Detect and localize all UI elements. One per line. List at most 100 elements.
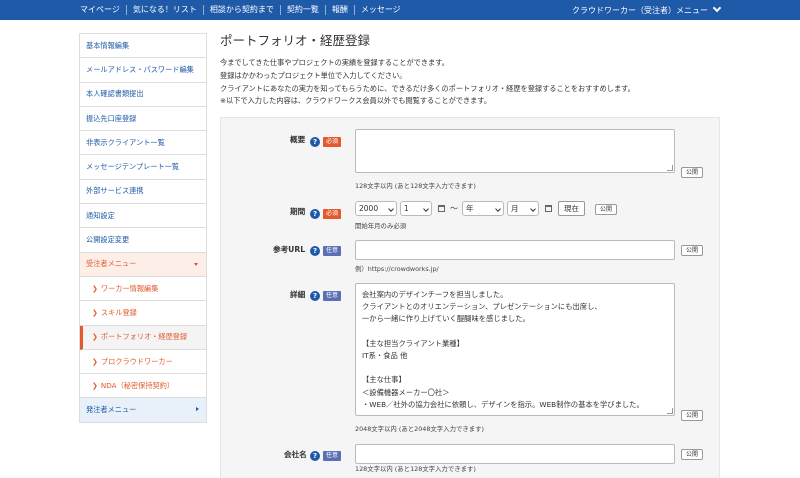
summary-textarea[interactable] <box>355 129 675 173</box>
nav-link-mypage[interactable]: マイページ <box>74 5 126 15</box>
sidebar-item-label: NDA（秘密保持契約） <box>100 380 175 390</box>
sidebar-item[interactable]: 公開設定変更 <box>80 228 206 253</box>
chevron-right-icon: ❯ <box>92 308 98 317</box>
sidebar-item-label: メッセージテンプレート一覧 <box>86 162 180 172</box>
sidebar-item-label: ワーカー情報編集 <box>100 283 159 293</box>
sidebar-item-label: 基本情報編集 <box>86 40 130 50</box>
calendar-icon <box>545 205 552 212</box>
user-menu[interactable]: クラウドワーカー（受注者）メニュー <box>572 0 722 20</box>
sidebar-item[interactable]: ❯ ワーカー情報編集 <box>80 277 206 302</box>
intro-line: 今までしてきた仕事やプロジェクトの実績を登録することができます。 <box>220 58 449 67</box>
chevron-down-icon <box>495 206 501 212</box>
sidebar-item-label: 公開設定変更 <box>86 235 130 245</box>
sidebar-item[interactable]: メッセージテンプレート一覧 <box>80 155 206 180</box>
caret-down-icon <box>194 262 198 266</box>
sidebar-item[interactable]: メールアドレス・パスワード編集 <box>80 58 206 83</box>
intro-line: 登録はかかわったプロジェクト単位で入力してください。 <box>220 70 407 80</box>
sidebar-item-label: スキル登録 <box>100 307 137 317</box>
sidebar-item[interactable]: 発注者メニュー <box>80 398 206 423</box>
resize-grip-icon[interactable] <box>667 165 673 171</box>
sidebar-item-label: 受注者メニュー <box>86 259 137 269</box>
detail-textarea[interactable]: 会社案内のデザインチーフを担当しました。 クライアントとのオリエンテーション、プ… <box>355 283 675 416</box>
required-badge: 必須 <box>323 209 342 219</box>
help-icon[interactable]: ? <box>310 291 320 301</box>
now-button[interactable]: 現在 <box>558 201 585 216</box>
detail-hint: 2048文字以内 (あと2048文字入力できます) <box>355 425 485 433</box>
period-tilde: 〜 <box>450 204 458 213</box>
sidebar-item-label: 外部サービス連携 <box>86 186 144 196</box>
start-year-select[interactable]: 2000 <box>355 201 397 216</box>
sidebar-item[interactable]: ❯ スキル登録 <box>80 301 206 326</box>
top-nav-links: マイページ 気になる！リスト 相談から契約まで 契約一覧 報酬 メッセージ <box>74 0 407 20</box>
nav-link-favorites[interactable]: 気になる！リスト <box>125 5 203 15</box>
period-hint: 開始年月のみ必須 <box>355 222 407 230</box>
end-year-select[interactable]: 年 <box>462 201 504 216</box>
chevron-right-icon: ❯ <box>92 357 98 366</box>
sidebar-item-label: メールアドレス・パスワード編集 <box>86 64 194 74</box>
help-icon[interactable]: ? <box>310 209 320 219</box>
chevron-right-icon: ❯ <box>92 333 98 342</box>
intro-line: クライアントにあなたの実力を知ってもらうために、できるだけ多くのポートフォリオ・… <box>220 83 635 93</box>
start-year-value: 2000 <box>359 204 379 213</box>
sidebar-item[interactable]: ❯ NDA（秘密保持契約） <box>80 374 206 399</box>
optional-badge: 任意 <box>323 451 342 461</box>
end-month-value: 月 <box>511 204 519 213</box>
chevron-right-icon: ❯ <box>92 381 98 390</box>
end-month-select[interactable]: 月 <box>507 201 539 216</box>
optional-badge: 任意 <box>323 291 342 301</box>
sidebar-item[interactable]: ❯ プロクラウドワーカー <box>80 350 206 375</box>
help-icon[interactable]: ? <box>310 137 320 147</box>
detail-public-button[interactable]: 公開 <box>681 410 704 421</box>
page-title: ポートフォリオ・経歴登録 <box>220 33 371 48</box>
sidebar-item-label: 非表示クライアント一覧 <box>86 137 165 147</box>
help-icon[interactable]: ? <box>310 451 320 461</box>
sidebar-item-label: 本人確認書類提出 <box>86 89 144 99</box>
summary-label: 概要 <box>290 135 306 144</box>
company-label: 会社名 <box>284 450 307 459</box>
help-icon[interactable]: ? <box>310 246 320 256</box>
chevron-right-icon: ❯ <box>92 284 98 293</box>
url-public-button[interactable]: 公開 <box>681 245 704 256</box>
start-month-select[interactable]: 1 <box>400 201 432 216</box>
company-hint: 128文字以内 (あと128文字入力できます) <box>355 465 476 473</box>
chevron-down-icon <box>530 206 536 212</box>
summary-hint: 128文字以内 (あと128文字入力できます) <box>355 182 476 190</box>
nav-link-contracts[interactable]: 契約一覧 <box>279 5 325 15</box>
nav-link-consult[interactable]: 相談から契約まで <box>202 5 280 15</box>
chevron-down-icon <box>712 3 722 13</box>
summary-public-button[interactable]: 公開 <box>681 167 704 178</box>
period-label: 期間 <box>290 207 306 216</box>
intro-text: 今までしてきた仕事やプロジェクトの実績を登録することができます。 登録はかかわっ… <box>220 57 635 108</box>
portfolio-form: 概要 ? 必須 公開 128文字以内 (あと128文字入力できます) 期間 ? … <box>220 117 720 478</box>
resize-grip-icon[interactable] <box>667 408 673 414</box>
company-public-button[interactable]: 公開 <box>681 449 704 460</box>
caret-right-icon <box>196 407 199 412</box>
chevron-down-icon <box>423 206 429 212</box>
sidebar-item-label: 通知設定 <box>86 210 115 220</box>
sidebar-item[interactable]: 本人確認書類提出 <box>80 83 206 107</box>
url-label: 参考URL <box>273 245 306 254</box>
company-input[interactable] <box>355 444 675 464</box>
sidebar-item[interactable]: 外部サービス連携 <box>80 180 206 205</box>
chevron-down-icon <box>388 206 394 212</box>
sidebar-item-label: 発注者メニュー <box>86 405 137 415</box>
top-nav: マイページ 気になる！リスト 相談から契約まで 契約一覧 報酬 メッセージ クラ… <box>0 0 800 20</box>
sidebar-item[interactable]: 通知設定 <box>80 204 206 229</box>
sidebar-item[interactable]: ❯ ポートフォリオ・経歴登録 <box>80 325 206 350</box>
user-menu-label: クラウドワーカー（受注者）メニュー <box>572 5 708 15</box>
end-year-value: 年 <box>466 204 474 213</box>
sidebar-item-label: プロクラウドワーカー <box>100 356 173 366</box>
start-month-value: 1 <box>404 204 409 213</box>
sidebar-item[interactable]: 受注者メニュー <box>80 252 206 277</box>
nav-link-messages[interactable]: メッセージ <box>353 5 407 15</box>
period-public-button[interactable]: 公開 <box>595 204 618 215</box>
detail-text: 会社案内のデザインチーフを担当しました。 クライアントとのオリエンテーション、プ… <box>362 290 644 409</box>
sidebar-item[interactable]: 振込先口座登録 <box>80 107 206 132</box>
url-input[interactable] <box>355 240 675 260</box>
sidebar-item[interactable]: 基本情報編集 <box>80 34 206 59</box>
sidebar: 基本情報編集メールアドレス・パスワード編集 本人確認書類提出振込先口座登録非表示ク… <box>79 33 207 423</box>
sidebar-item[interactable]: 非表示クライアント一覧 <box>80 131 206 156</box>
nav-link-payment[interactable]: 報酬 <box>324 5 354 15</box>
detail-label: 詳細 <box>290 290 306 299</box>
calendar-icon <box>438 205 445 212</box>
